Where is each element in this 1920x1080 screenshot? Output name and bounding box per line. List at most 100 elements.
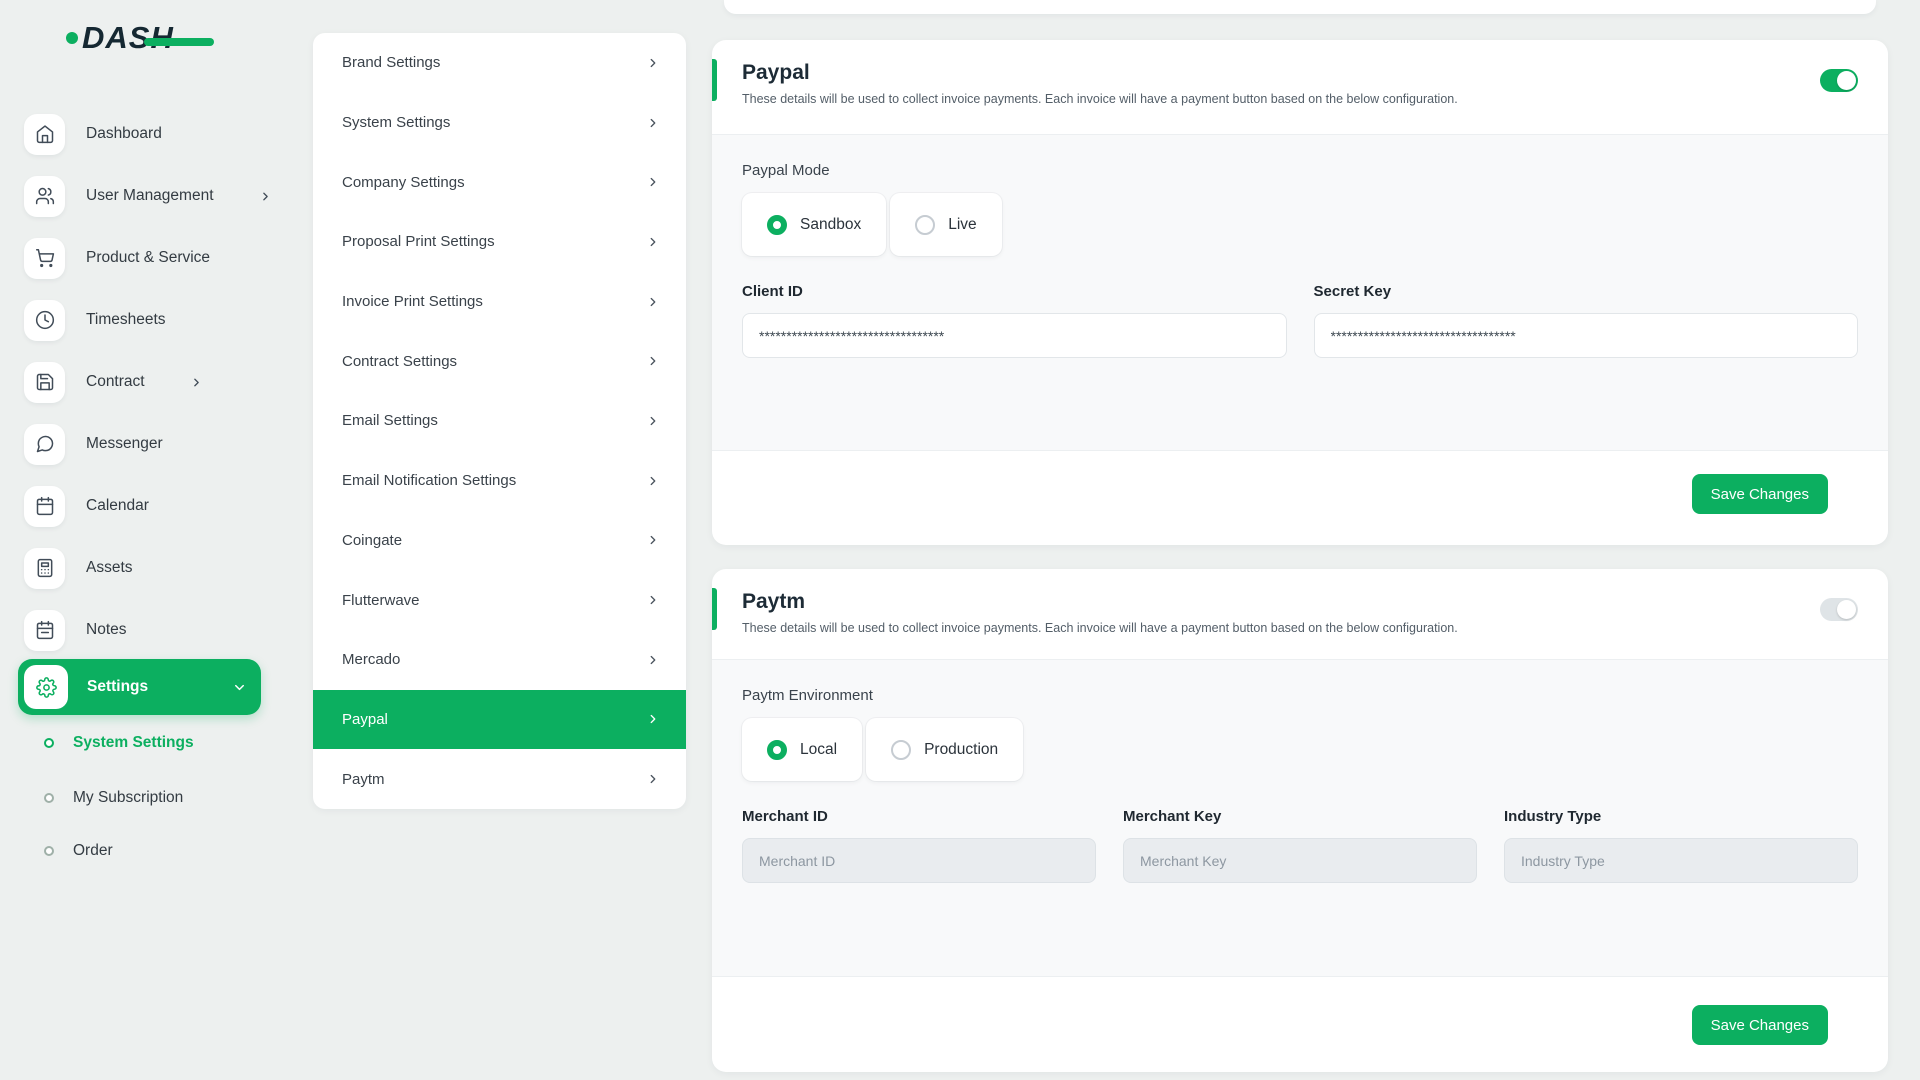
paypal-card-body: Paypal Mode Sandbox Live Client ID Secre… <box>712 135 1888 451</box>
secret-key-input[interactable] <box>1314 313 1859 358</box>
sidebar-item-assets[interactable]: Assets <box>24 547 133 589</box>
merchant-key-field-group: Merchant Key <box>1123 808 1477 883</box>
paytm-env-production-option[interactable]: Production <box>866 718 1023 781</box>
logo-dash-icon <box>144 38 214 46</box>
sidebar-item-label: Assets <box>86 559 133 577</box>
client-id-input[interactable] <box>742 313 1287 358</box>
bullet-icon <box>44 738 54 748</box>
logo-dot-icon <box>66 32 78 44</box>
accent-bar <box>712 59 717 101</box>
sidebar-item-notes[interactable]: Notes <box>24 609 127 651</box>
sidebar-item-label: User Management <box>86 187 214 205</box>
merchant-id-input[interactable] <box>742 838 1096 883</box>
sidebar-item-messenger[interactable]: Messenger <box>24 423 163 465</box>
paytm-card-header: Paytm These details will be used to coll… <box>712 569 1888 660</box>
chevron-right-icon <box>646 116 660 130</box>
paypal-mode-label: Paypal Mode <box>742 162 1858 179</box>
chevron-right-icon <box>190 376 203 389</box>
sidebar-item-label: Timesheets <box>86 311 166 329</box>
menu-item-label: Email Notification Settings <box>342 472 516 489</box>
calendar-icon <box>24 486 65 527</box>
sidebar-item-label: Contract <box>86 373 145 391</box>
client-id-field-group: Client ID <box>742 283 1287 358</box>
paypal-fields: Client ID Secret Key <box>742 283 1858 358</box>
secret-key-field-group: Secret Key <box>1314 283 1859 358</box>
paytm-save-button[interactable]: Save Changes <box>1692 1005 1828 1045</box>
settings-menu-item-email-notification-settings[interactable]: Email Notification Settings <box>313 451 686 511</box>
sidebar-subitem-order[interactable]: Order <box>44 838 113 864</box>
settings-menu-item-invoice-print-settings[interactable]: Invoice Print Settings <box>313 272 686 332</box>
paytm-fields: Merchant ID Merchant Key Industry Type <box>742 808 1858 883</box>
menu-item-label: Company Settings <box>342 174 465 191</box>
sidebar-item-settings[interactable]: Settings <box>18 659 261 715</box>
paypal-settings-card: Paypal These details will be used to col… <box>712 40 1888 545</box>
paytm-enabled-toggle[interactable] <box>1820 598 1858 621</box>
toggle-knob <box>1837 600 1856 619</box>
chevron-right-icon <box>646 175 660 189</box>
radio-unchecked-icon <box>891 740 911 760</box>
sidebar-item-contract[interactable]: Contract <box>24 361 203 403</box>
secret-key-label: Secret Key <box>1314 283 1859 300</box>
paytm-settings-card: Paytm These details will be used to coll… <box>712 569 1888 1072</box>
settings-menu-item-system-settings[interactable]: System Settings <box>313 93 686 153</box>
settings-menu-item-company-settings[interactable]: Company Settings <box>313 152 686 212</box>
chevron-right-icon <box>646 533 660 547</box>
radio-unchecked-icon <box>915 215 935 235</box>
settings-menu-item-brand-settings[interactable]: Brand Settings <box>313 33 686 93</box>
paypal-enabled-toggle[interactable] <box>1820 69 1858 92</box>
sidebar-subitem-system-settings[interactable]: System Settings <box>44 730 194 756</box>
paypal-title: Paypal <box>742 59 1858 86</box>
sidebar-item-calendar[interactable]: Calendar <box>24 485 149 527</box>
chevron-right-icon <box>646 295 660 309</box>
accent-bar <box>712 588 717 630</box>
radio-checked-icon <box>767 740 787 760</box>
settings-menu-item-paytm[interactable]: Paytm <box>313 749 686 809</box>
paytm-environment-label: Paytm Environment <box>742 687 1858 704</box>
menu-item-label: Paytm <box>342 771 385 788</box>
chevron-right-icon <box>646 56 660 70</box>
paypal-mode-live-option[interactable]: Live <box>890 193 1001 256</box>
paypal-mode-options: Sandbox Live <box>742 193 1858 256</box>
sidebar-item-dashboard[interactable]: Dashboard <box>24 113 162 155</box>
settings-menu-item-flutterwave[interactable]: Flutterwave <box>313 570 686 630</box>
chevron-right-icon <box>646 772 660 786</box>
sidebar-item-label: Dashboard <box>86 125 162 143</box>
settings-menu-item-proposal-print-settings[interactable]: Proposal Print Settings <box>313 212 686 272</box>
paytm-env-local-option[interactable]: Local <box>742 718 862 781</box>
paypal-card-footer: Save Changes <box>712 451 1888 514</box>
contract-icon <box>24 362 65 403</box>
menu-item-label: System Settings <box>342 114 450 131</box>
settings-menu-panel: Brand Settings System Settings Company S… <box>313 33 686 809</box>
industry-type-input[interactable] <box>1504 838 1858 883</box>
settings-menu-item-contract-settings[interactable]: Contract Settings <box>313 331 686 391</box>
sidebar-item-product-service[interactable]: Product & Service <box>24 237 210 279</box>
settings-menu-item-paypal[interactable]: Paypal <box>313 690 686 750</box>
paypal-mode-sandbox-option[interactable]: Sandbox <box>742 193 886 256</box>
menu-item-label: Invoice Print Settings <box>342 293 483 310</box>
paytm-card-body: Paytm Environment Local Production Merch… <box>712 660 1888 977</box>
chevron-right-icon <box>646 474 660 488</box>
menu-item-label: Coingate <box>342 532 402 549</box>
menu-item-label: Contract Settings <box>342 353 457 370</box>
sidebar-item-user-management[interactable]: User Management <box>24 175 272 217</box>
sidebar-subitem-label: Order <box>73 842 113 860</box>
sidebar: DASH Dashboard User Management Product &… <box>0 0 290 1080</box>
sidebar-item-timesheets[interactable]: Timesheets <box>24 299 166 341</box>
gear-icon <box>24 665 68 709</box>
paytm-environment-options: Local Production <box>742 718 1858 781</box>
paytm-title: Paytm <box>742 588 1858 615</box>
app-logo: DASH <box>66 22 174 53</box>
settings-menu-item-coingate[interactable]: Coingate <box>313 511 686 571</box>
calculator-icon <box>24 548 65 589</box>
paypal-save-button[interactable]: Save Changes <box>1692 474 1828 514</box>
merchant-key-input[interactable] <box>1123 838 1477 883</box>
sidebar-subitem-my-subscription[interactable]: My Subscription <box>44 785 183 811</box>
industry-type-field-group: Industry Type <box>1504 808 1858 883</box>
radio-option-label: Production <box>924 741 998 759</box>
sidebar-item-label: Messenger <box>86 435 163 453</box>
chevron-right-icon <box>259 190 272 203</box>
settings-menu-item-mercado[interactable]: Mercado <box>313 630 686 690</box>
cart-icon <box>24 238 65 279</box>
settings-menu-item-email-settings[interactable]: Email Settings <box>313 391 686 451</box>
menu-item-label: Email Settings <box>342 412 438 429</box>
